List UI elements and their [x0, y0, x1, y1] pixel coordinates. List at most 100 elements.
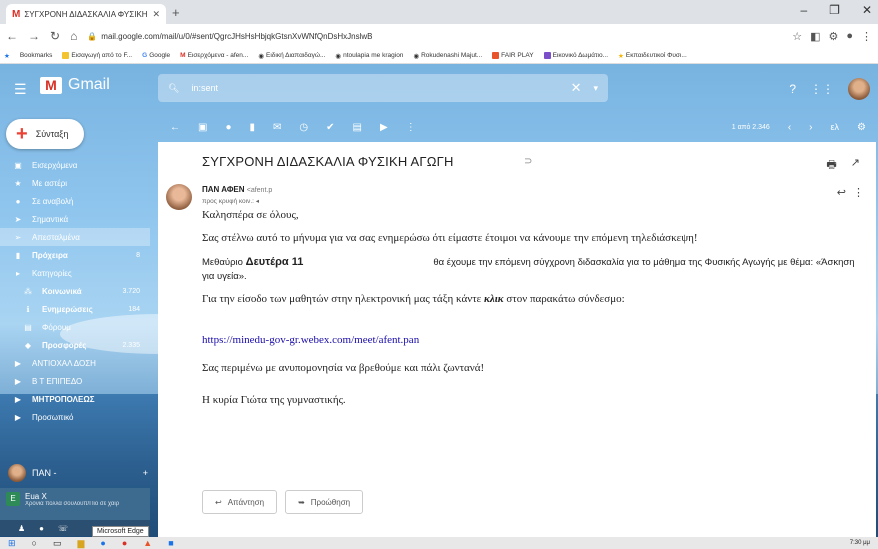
mark-unread-icon[interactable]: ✉	[273, 122, 281, 133]
minimize-icon[interactable]: –	[800, 3, 807, 17]
apps-grid-icon[interactable]: ⋮⋮	[810, 82, 834, 96]
chat-icon[interactable]: ●	[39, 524, 44, 533]
reply-button[interactable]: ↩ Απάντηση	[202, 490, 278, 514]
sidebar-item-inbox[interactable]: ▣ Εισερχόμενα	[0, 156, 150, 174]
extension-icon[interactable]: ◧	[810, 30, 820, 43]
bookmark-item[interactable]: FAIR PLAY	[492, 52, 534, 59]
pagination-text: 1 από 2.346	[731, 123, 770, 131]
archive-icon[interactable]: ▣	[198, 122, 207, 133]
info-icon: ℹ	[26, 304, 30, 314]
sender-name: ΠΑΝ ΑΦΕΝ	[202, 185, 245, 194]
sidebar-item-social[interactable]: ⁂ Κοινωνικά 3.720	[0, 282, 150, 300]
bookmark-item[interactable]: G Google	[142, 52, 170, 59]
language-select[interactable]: ελ	[831, 122, 840, 132]
delete-icon[interactable]: ▮	[250, 122, 256, 133]
sidebar-item-label[interactable]: ▶ ΑΝΤΙΟΧΑΛ ΔΟΣΗ	[0, 354, 150, 372]
labels-icon[interactable]: ▶	[380, 122, 388, 133]
app-icon[interactable]: ■	[168, 538, 173, 548]
clear-search-icon[interactable]: ✕	[571, 80, 582, 96]
bookmark-item[interactable]: M Εισερχόμενα - afen...	[180, 52, 248, 59]
prev-page-icon[interactable]: ‹	[788, 122, 791, 133]
close-window-icon[interactable]: ✕	[862, 3, 872, 17]
move-to-icon[interactable]: ▤	[353, 122, 362, 133]
task-view-icon[interactable]: ▭	[53, 538, 62, 549]
forward-icon[interactable]: →	[28, 29, 40, 43]
report-spam-icon[interactable]: ●	[225, 122, 231, 133]
search-input[interactable]: in:sent	[191, 83, 218, 93]
back-to-list-icon[interactable]: ←	[170, 122, 180, 133]
sidebar-item-label[interactable]: ▶ Προσωπικό	[0, 408, 150, 426]
greeting: Καλησπέρα σε όλους,	[202, 209, 299, 221]
compose-button[interactable]: + Σύνταξη	[6, 119, 84, 149]
profile-icon[interactable]: ●	[846, 30, 853, 42]
person-icon[interactable]: ♟	[18, 524, 25, 533]
close-tab-icon[interactable]: ✕	[152, 9, 160, 20]
snooze-icon[interactable]: ◷	[299, 122, 308, 133]
reload-icon[interactable]: ↻	[50, 29, 60, 43]
gmail-logo[interactable]: M Gmail	[40, 76, 110, 94]
bookmark-item[interactable]: Εικονικό Δωμάτιο...	[543, 52, 608, 59]
account-avatar[interactable]	[848, 78, 870, 100]
sidebar-item-sent[interactable]: ➢ Απεσταλμένα	[0, 228, 150, 246]
bookmark-item[interactable]: ◉ Rokudenashi Majut...	[413, 52, 482, 60]
search-bar[interactable]: 🔍︎ in:sent ✕ ▾	[158, 74, 608, 102]
hangouts-user[interactable]: ΠΑΝ - +	[8, 464, 148, 482]
sidebar-item-promotions[interactable]: ◆ Προσφορές 2.335	[0, 336, 150, 354]
bookmark-star-icon[interactable]: ☆	[792, 30, 802, 43]
bookmark-item[interactable]: Εισαγωγή από το F...	[62, 52, 132, 59]
settings-gear-icon[interactable]: ⚙	[857, 122, 866, 133]
windows-start-icon[interactable]: ⊞	[8, 538, 16, 549]
forward-button[interactable]: ➥ Προώθηση	[285, 490, 364, 514]
menu-dots-icon[interactable]: ⋮	[861, 30, 872, 43]
app-icon[interactable]: ▲	[143, 538, 152, 548]
message-toolbar: ← ▣ ● ▮ ✉ ◷ ✔ ▤ ▶ ⋮ 1 από 2.346 ‹ › ελ ⚙	[158, 114, 878, 140]
settings-icon[interactable]: ⚙	[828, 30, 838, 43]
file-explorer-icon[interactable]: ▆	[78, 538, 85, 549]
reply-icon[interactable]: ↩	[837, 186, 846, 199]
edge-icon[interactable]: ●	[100, 538, 105, 548]
back-icon[interactable]: ←	[6, 29, 18, 43]
open-new-window-icon[interactable]: ↗	[851, 156, 860, 175]
help-icon[interactable]: ?	[789, 82, 796, 96]
more-options-icon[interactable]: ⋮	[853, 186, 864, 199]
label-icon: ▶	[14, 394, 22, 404]
webex-link[interactable]: https://minedu-gov-gr.webex.com/meet/afe…	[202, 334, 419, 346]
sidebar-item-forums[interactable]: ▤ Φόρουμ	[0, 318, 150, 336]
chrome-icon[interactable]: ●	[122, 538, 127, 548]
phone-icon[interactable]: ☏	[58, 524, 68, 533]
sender-avatar[interactable]	[166, 184, 192, 210]
search-options-icon[interactable]: ▾	[593, 83, 598, 94]
main-menu-icon[interactable]: ☰	[14, 81, 27, 98]
bookmark-item[interactable]: ◉ Ειδική Διαπαιδαγώ...	[258, 52, 325, 60]
url-field[interactable]: 🔒 mail.google.com/mail/u/0/#sent/QgrcJHs…	[87, 27, 782, 45]
sidebar-item-label[interactable]: ▶ ΜΗΤΡΟΠΟΛΕΩΣ	[0, 390, 150, 408]
bookmark-item[interactable]: Bookmarks	[20, 52, 53, 59]
sidebar-item-snoozed[interactable]: ● Σε αναβολή	[0, 192, 150, 210]
hangouts-contact[interactable]: E Eua X Χρονια πολλα σουλουπ/Πιο σε χαιρ	[0, 488, 150, 520]
sidebar-item-categories[interactable]: ▸ Κατηγορίες	[0, 264, 150, 282]
sidebar-item-label[interactable]: ▶ Β Τ ΕΠΙΠΕΔΟ	[0, 372, 150, 390]
bookmark-item[interactable]: ◉ ntoulapia me kragion	[335, 52, 403, 60]
maximize-icon[interactable]: ❐	[829, 3, 840, 17]
sidebar-item-important[interactable]: ➤ Σημαντικά	[0, 210, 150, 228]
address-bar: ← → ↻ ⌂ 🔒 mail.google.com/mail/u/0/#sent…	[0, 24, 878, 48]
sender-line: ΠΑΝ ΑΦΕΝ <afent.p	[202, 185, 272, 194]
label-tag-icon[interactable]: ⊃	[524, 156, 532, 167]
search-taskbar-icon[interactable]: ○	[32, 538, 37, 548]
add-contact-icon[interactable]: +	[143, 468, 148, 478]
home-icon[interactable]: ⌂	[70, 29, 77, 43]
recipient-line[interactable]: προς κρυφή κοιν.: ◂	[202, 197, 259, 205]
more-icon[interactable]: ⋮	[406, 122, 416, 133]
new-tab-button[interactable]: +	[172, 5, 180, 20]
details-dropdown-icon[interactable]: ◂	[256, 198, 259, 205]
next-page-icon[interactable]: ›	[809, 122, 812, 133]
sidebar-item-updates[interactable]: ℹ Ενημερώσεις 184	[0, 300, 150, 318]
browser-tab[interactable]: M ΣΥΓΧΡΟΝΗ ΔΙΔΑΣΚΑΛΙΑ ΦΥΣΙΚΗ ✕	[6, 4, 166, 24]
sidebar-item-starred[interactable]: ★ Με αστέρι	[0, 174, 150, 192]
search-icon[interactable]: 🔍︎	[168, 83, 179, 94]
sidebar-item-drafts[interactable]: ▮ Πρόχειρα 8	[0, 246, 150, 264]
print-icon[interactable]: 🖶	[826, 156, 836, 175]
gmail-favicon-icon: M	[12, 8, 21, 20]
add-task-icon[interactable]: ✔	[326, 122, 334, 133]
bookmark-item[interactable]: ★ Εκπαιδευτικοί Φυσι...	[618, 52, 687, 60]
